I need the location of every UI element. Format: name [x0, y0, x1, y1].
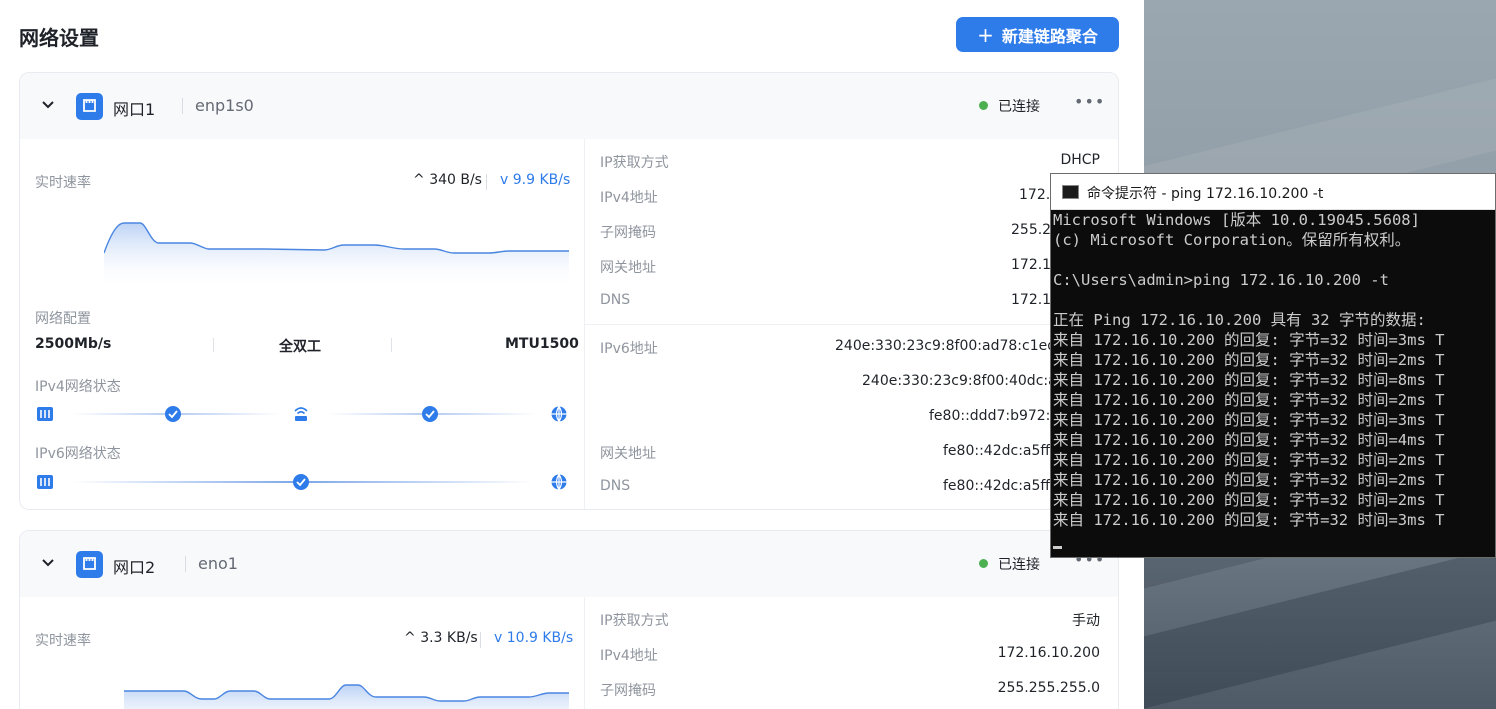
terminal-icon: [1062, 185, 1079, 199]
ip-method-label: IP获取方式: [600, 155, 669, 171]
network-config-label: 网络配置: [35, 311, 91, 327]
cmd-line: (c) Microsoft Corporation。保留所有权利。: [1053, 231, 1411, 249]
cmd-line: 来自 172.16.10.200 的回复: 字节=32 时间=3ms T: [1053, 411, 1445, 429]
download-speed: v 9.9 KB/s: [500, 172, 571, 188]
port-device: eno1: [198, 554, 238, 573]
realtime-speed-label: 实时速率: [35, 633, 91, 649]
status-dot: [979, 559, 988, 568]
server-icon: [37, 407, 53, 421]
link-speed: 2500Mb/s: [35, 336, 112, 352]
port-name: 网口2: [113, 558, 156, 577]
new-link-aggregation-label: 新建链路聚合: [1001, 26, 1098, 46]
cmd-line: 来自 172.16.10.200 的回复: 字节=32 时间=3ms T: [1053, 331, 1445, 349]
router-icon: [294, 407, 308, 421]
port-stats-panel: 实时速率 ^ 3.3 KB/s v 10.9 KB/s: [20, 597, 584, 709]
realtime-speed-label: 实时速率: [35, 175, 91, 191]
port-card-1: 网口1 enp1s0 已连接 ••• 实时速率 ^ 340 B/s v 9.9 …: [19, 72, 1119, 510]
cmd-window-title: 命令提示符 - ping 172.16.10.200 -t: [1087, 186, 1324, 202]
more-options-icon[interactable]: •••: [1074, 92, 1105, 111]
network-settings-page: 网络设置 + 新建链路聚合 网口1 enp1s0 已连接 ••• 实时速率 ^ …: [0, 0, 1144, 709]
plus-icon: +: [977, 22, 994, 47]
cmd-output[interactable]: Microsoft Windows [版本 10.0.19045.5608] (c…: [1053, 210, 1495, 557]
ethernet-port-icon: [76, 93, 103, 120]
cmd-title-bar[interactable]: 命令提示符 - ping 172.16.10.200 -t: [1051, 174, 1495, 210]
speed-sparkline: [124, 684, 569, 709]
speed-sparkline: [104, 222, 569, 289]
ethernet-port-icon: [76, 551, 103, 578]
check-icon: [293, 474, 309, 490]
cmd-line: 正在 Ping 172.16.10.200 具有 32 字节的数据:: [1053, 311, 1426, 329]
cmd-line: 来自 172.16.10.200 的回复: 字节=32 时间=3ms T: [1053, 511, 1445, 529]
status-text: 已连接: [998, 99, 1040, 115]
new-link-aggregation-button[interactable]: + 新建链路聚合: [956, 17, 1119, 52]
page-title: 网络设置: [19, 26, 99, 50]
port-card-header: 网口1 enp1s0 已连接 •••: [20, 73, 1118, 139]
ipv6-gateway-label: 网关地址: [600, 446, 656, 462]
ipv6-status-label: IPv6网络状态: [35, 446, 121, 462]
cmd-line: [1053, 250, 1495, 270]
cmd-line: 来自 172.16.10.200 的回复: 字节=32 时间=2ms T: [1053, 491, 1445, 509]
check-icon: [422, 406, 438, 422]
gateway-label: 网关地址: [600, 260, 656, 276]
command-prompt-window[interactable]: 命令提示符 - ping 172.16.10.200 -t Microsoft …: [1050, 173, 1496, 558]
ip-method-value: 手动: [1072, 613, 1100, 629]
netmask-label: 子网掩码: [600, 225, 656, 241]
cmd-line: 来自 172.16.10.200 的回复: 字节=32 时间=4ms T: [1053, 431, 1445, 449]
text-cursor: [1053, 546, 1062, 549]
upload-speed: ^ 3.3 KB/s: [404, 630, 478, 646]
globe-icon: [551, 474, 567, 490]
cmd-line: C:\Users\admin>ping 172.16.10.200 -t: [1053, 271, 1389, 289]
upload-speed: ^ 340 B/s: [413, 172, 482, 188]
ip-method-label: IP获取方式: [600, 613, 669, 629]
cmd-line: 来自 172.16.10.200 的回复: 字节=32 时间=2ms T: [1053, 391, 1445, 409]
ipv4-address-label: IPv4地址: [600, 190, 658, 206]
cmd-line: 来自 172.16.10.200 的回复: 字节=32 时间=8ms T: [1053, 371, 1445, 389]
netmask-label: 子网掩码: [600, 683, 656, 699]
download-speed: v 10.9 KB/s: [494, 630, 574, 646]
chevron-down-icon[interactable]: [40, 97, 56, 113]
port-ip-panel: IP获取方式 DHCP IPv4地址 172.1 子网掩码 255.25 网关地…: [584, 139, 1118, 509]
duplex-mode: 全双工: [279, 339, 321, 355]
port-card-header: 网口2 eno1 已连接 •••: [20, 531, 1118, 597]
ipv4-address-label: IPv4地址: [600, 648, 658, 664]
ipv6-address-value-1: 240e:330:23c9:8f00:ad78:c1ed:cc: [835, 338, 1077, 354]
port-stats-panel: 实时速率 ^ 340 B/s v 9.9 KB/s 网络配置 2500Mb/s …: [20, 139, 584, 509]
ipv6-address-label: IPv6地址: [600, 341, 658, 357]
ip-method-value: DHCP: [1060, 152, 1100, 168]
cmd-line: 来自 172.16.10.200 的回复: 字节=32 时间=2ms T: [1053, 451, 1445, 469]
server-icon: [37, 475, 53, 489]
ipv4-address-value: 172.16.10.200: [997, 645, 1100, 661]
mtu-value: MTU1500: [505, 336, 579, 352]
port-device: enp1s0: [195, 96, 254, 115]
cmd-line: Microsoft Windows [版本 10.0.19045.5608]: [1053, 211, 1420, 229]
chevron-down-icon[interactable]: [40, 555, 56, 571]
globe-icon: [551, 406, 567, 422]
cmd-line: 来自 172.16.10.200 的回复: 字节=32 时间=2ms T: [1053, 351, 1445, 369]
ipv6-address-value-3: fe80::ddd7:b972:a1: [929, 408, 1068, 424]
cmd-line: [1053, 290, 1495, 310]
port-name: 网口1: [113, 100, 156, 119]
netmask-value: 255.255.255.0: [997, 680, 1100, 696]
status-dot: [979, 101, 988, 110]
ipv6-address-value-2: 240e:330:23c9:8f00:40dc:a55: [862, 373, 1075, 389]
ipv6-dns-label: DNS: [600, 478, 631, 494]
ipv4-status-label: IPv4网络状态: [35, 379, 121, 395]
port-ip-panel: IP获取方式 手动 IPv4地址 172.16.10.200 子网掩码 255.…: [584, 597, 1118, 709]
port-card-2: 网口2 eno1 已连接 ••• 实时速率 ^ 3.3 KB/s v 10.9 …: [19, 530, 1119, 709]
check-icon: [165, 406, 181, 422]
cmd-line: 来自 172.16.10.200 的回复: 字节=32 时间=2ms T: [1053, 471, 1445, 489]
dns-label: DNS: [600, 292, 631, 308]
status-text: 已连接: [998, 557, 1040, 573]
